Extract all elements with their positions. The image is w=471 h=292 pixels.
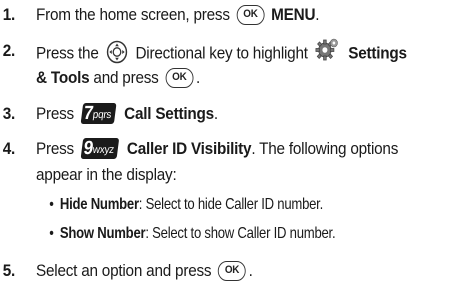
step-number: 5. bbox=[2, 261, 16, 280]
menu-label: Caller ID Visibility bbox=[126, 139, 252, 158]
option-description: : Select to hide Caller ID number. bbox=[138, 196, 323, 213]
step-text: Directional key to highlight bbox=[135, 43, 308, 63]
step-text: appear in the display: bbox=[36, 165, 177, 184]
step-text: Select an option and press bbox=[36, 261, 212, 280]
step-text: Press bbox=[36, 139, 74, 158]
option-name: Hide Number bbox=[59, 196, 139, 213]
settings-gear-icon bbox=[315, 38, 339, 61]
step-text: and press bbox=[93, 68, 159, 87]
step-number: 4. bbox=[2, 139, 16, 158]
option-description: : Select to show Caller ID number. bbox=[145, 225, 336, 242]
step-number: 1. bbox=[2, 5, 16, 24]
option-name: Show Number bbox=[59, 225, 146, 242]
step-number: 3. bbox=[2, 104, 16, 123]
ok-key-icon: OK bbox=[236, 4, 265, 25]
ok-key-icon: OK bbox=[165, 67, 194, 88]
step-text: Press bbox=[36, 104, 74, 123]
key-7-icon: 7pqrs bbox=[80, 103, 117, 125]
step-text: From the home screen, press bbox=[36, 5, 230, 24]
key-9-icon: 9wxyz bbox=[80, 138, 119, 160]
ok-key-icon: OK bbox=[218, 260, 246, 281]
step-number: 2. bbox=[2, 41, 16, 60]
menu-label: & Tools bbox=[36, 68, 90, 87]
menu-label: MENU bbox=[271, 5, 316, 24]
bullet: • bbox=[49, 196, 54, 213]
menu-label: Settings bbox=[348, 43, 407, 63]
instruction-document: 1. From the home screen, press OK MENU. … bbox=[2, 4, 407, 281]
directional-key-icon bbox=[106, 40, 128, 64]
bullet: • bbox=[49, 225, 54, 242]
menu-label: Call Settings bbox=[124, 104, 214, 123]
step-text: Press the bbox=[36, 43, 99, 63]
